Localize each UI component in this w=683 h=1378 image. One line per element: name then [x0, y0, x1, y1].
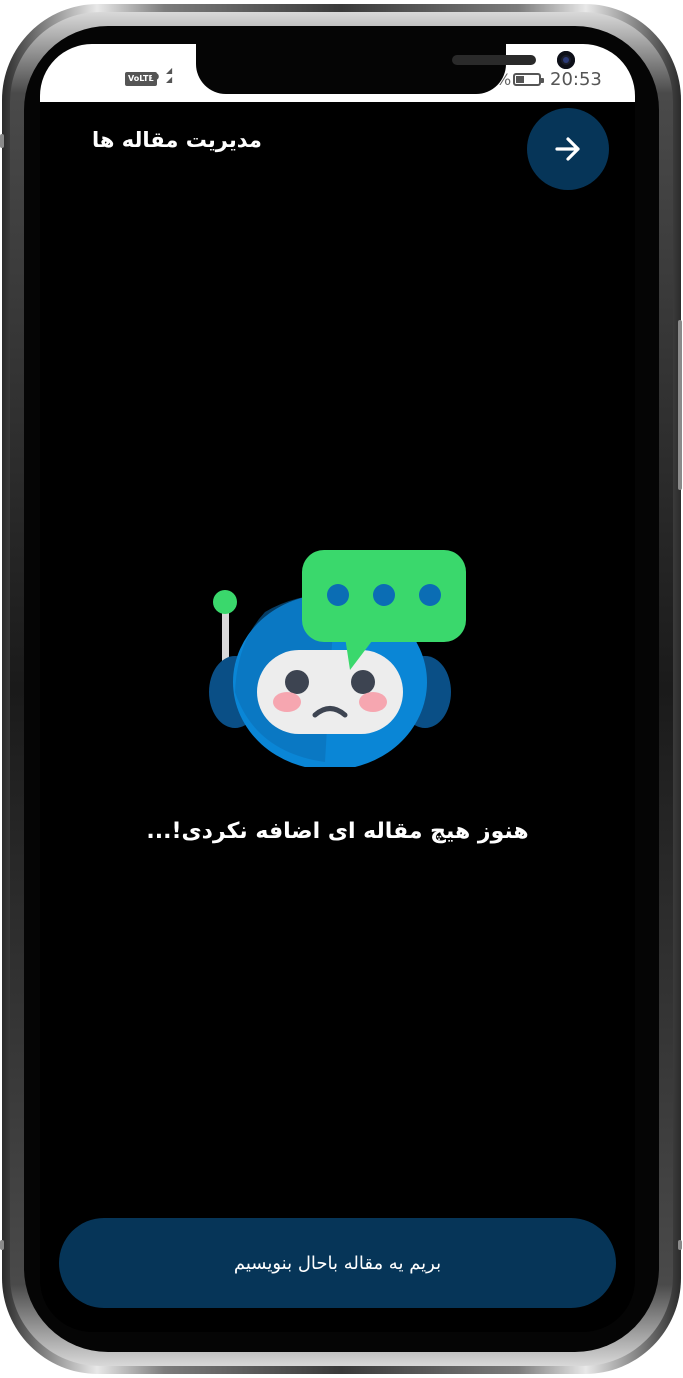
write-article-button-label: بریم یه مقاله باحال بنویسیم [233, 1252, 442, 1274]
network-suffix: D [151, 72, 160, 83]
side-button-right [678, 320, 682, 490]
notch [196, 44, 575, 94]
arrow-right-icon [555, 137, 580, 161]
empty-state-message: هنوز هیچ مقاله ای اضافه نکردی!... [146, 819, 529, 844]
speaker [452, 55, 536, 65]
app-screen: VoLTE D ◢ ◢ % 20:53 مدیریت مقاله ها هنوز… [40, 44, 635, 1332]
battery-icon [513, 73, 544, 86]
sad-robot-chat-icon [205, 502, 470, 770]
side-button-left [0, 134, 4, 148]
write-article-button[interactable]: بریم یه مقاله باحال بنویسیم [59, 1218, 616, 1308]
front-camera [557, 51, 575, 69]
side-button-right-2 [678, 1240, 682, 1250]
clock: 20:53 [550, 69, 602, 90]
signal-icon: ◢ ◢ [166, 66, 173, 84]
back-button[interactable] [527, 108, 609, 190]
side-button-left-2 [0, 1240, 4, 1250]
page-title: مدیریت مقاله ها [92, 128, 262, 152]
